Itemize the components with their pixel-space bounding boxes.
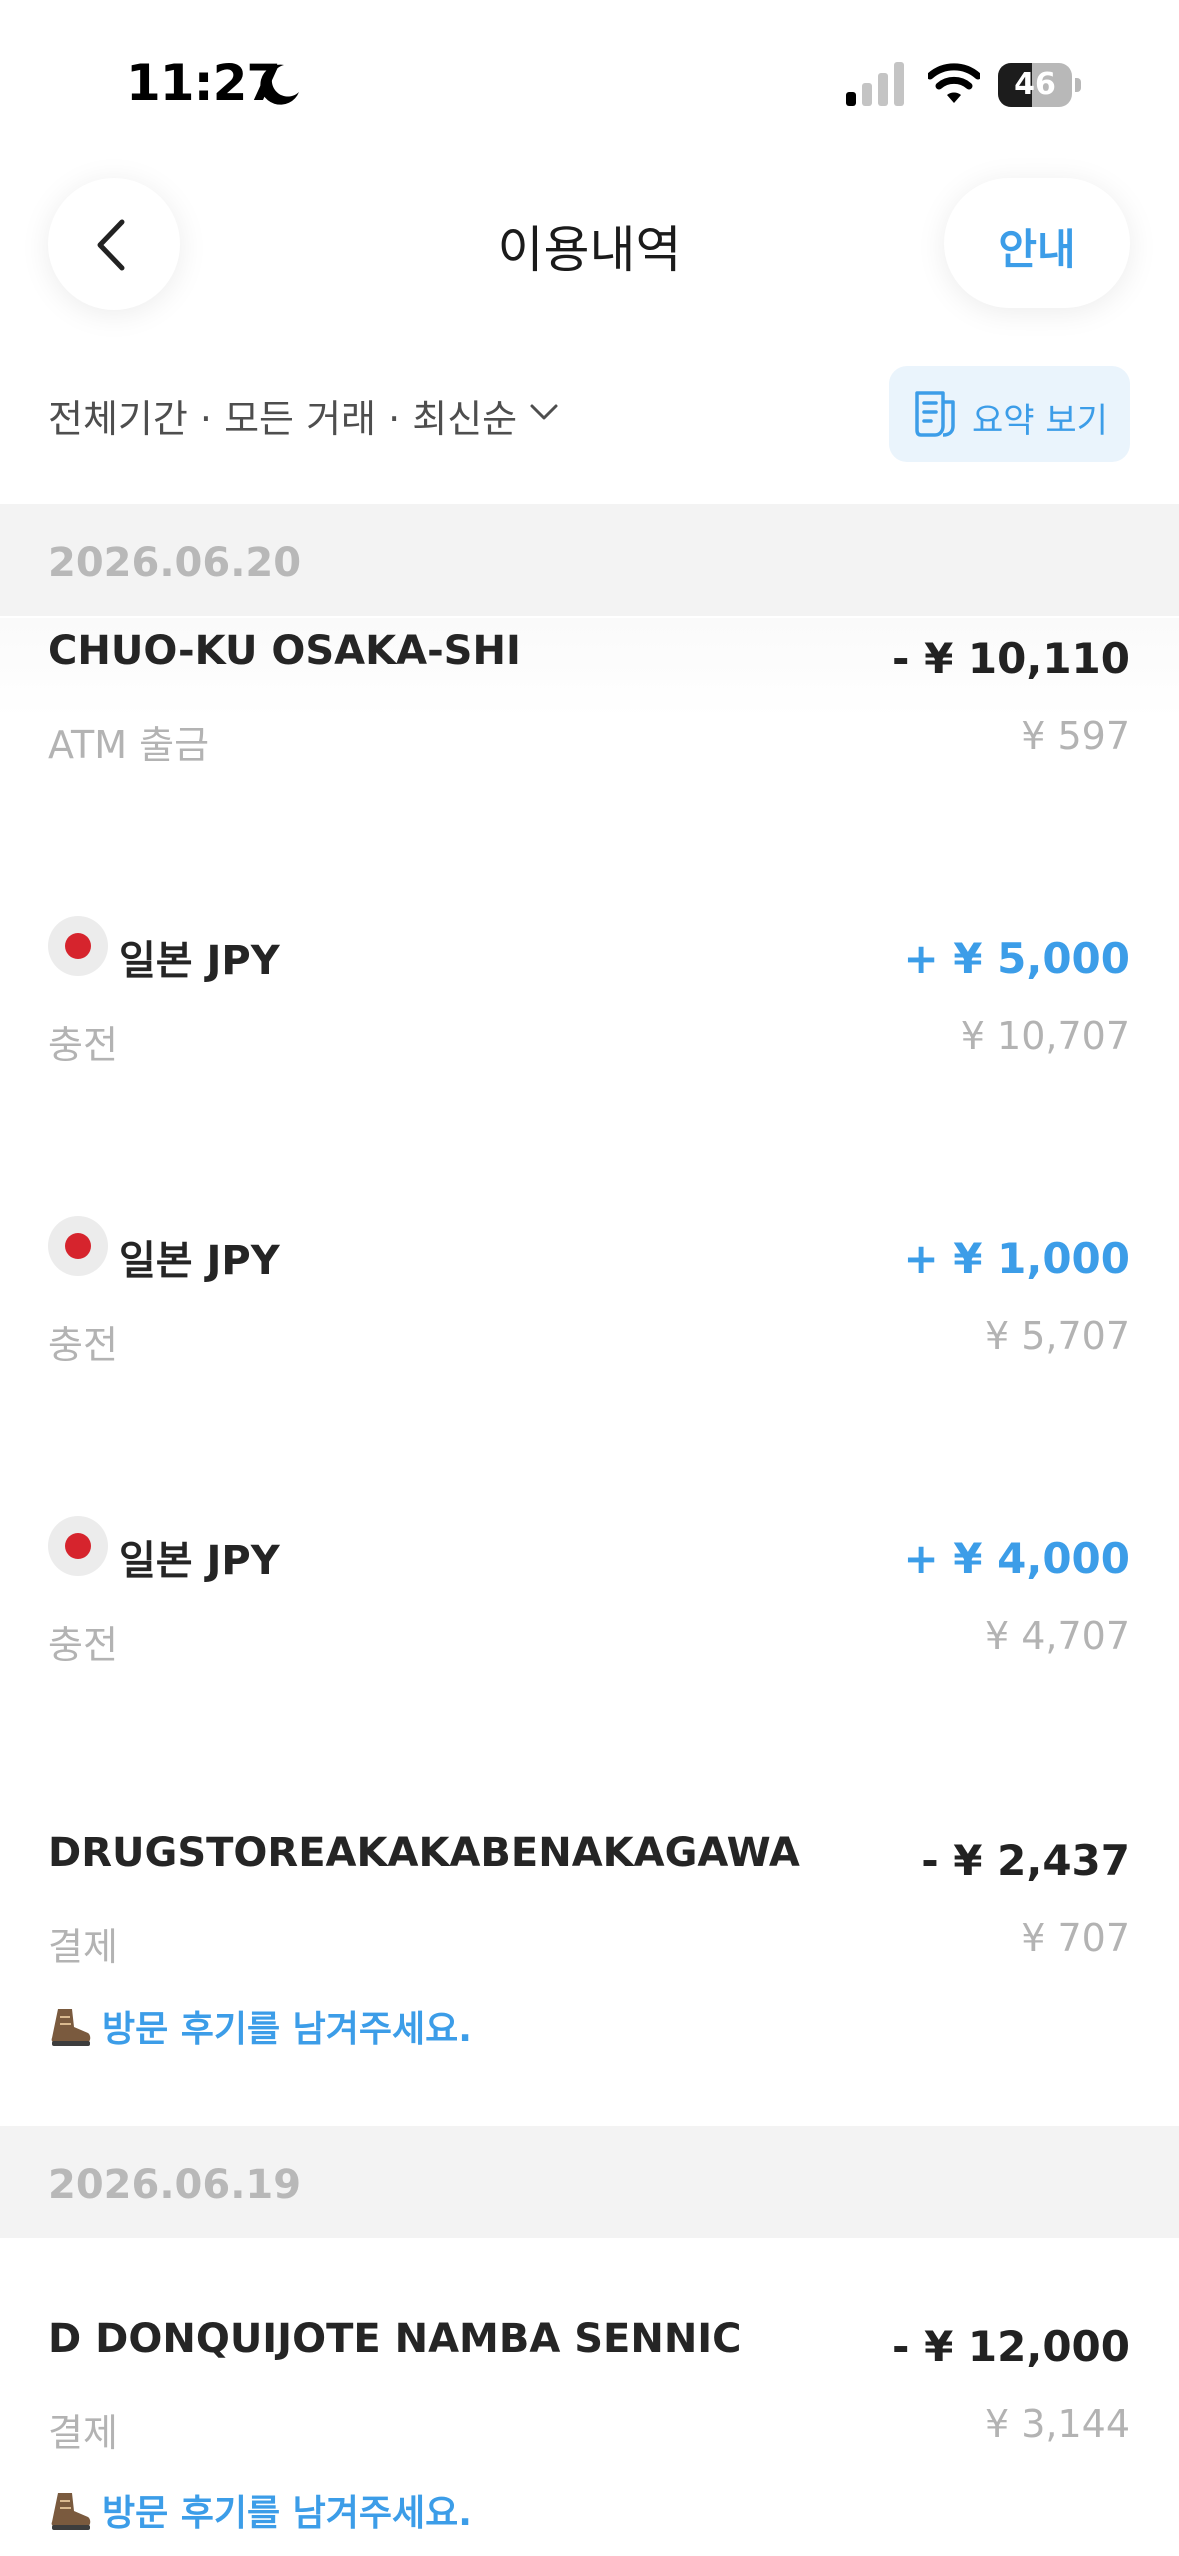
transaction-name: DRUGSTOREAKAKABENAKAGAWA: [48, 1830, 800, 1876]
transaction-amount: + ¥ 4,000: [903, 1534, 1130, 1583]
date-header: 2026.06.20: [0, 504, 1179, 616]
transaction-amount: + ¥ 5,000: [903, 934, 1130, 983]
transaction-balance: ¥ 597: [1021, 714, 1130, 758]
transaction-name: 일본 JPY: [119, 1538, 280, 1584]
transaction-row[interactable]: CHUO-KU OSAKA-SHI - ¥ 10,110 ATM 출금 ¥ 59…: [0, 628, 1179, 828]
date-header: 2026.06.19: [0, 2126, 1179, 2238]
transaction-amount: - ¥ 12,000: [892, 2322, 1130, 2371]
transaction-type: ATM 출금: [48, 723, 210, 767]
summary-button-label: 요약 보기: [972, 401, 1108, 441]
transaction-balance: ¥ 5,707: [984, 1314, 1130, 1358]
transaction-row[interactable]: DRUGSTOREAKAKABENAKAGAWA - ¥ 2,437 결제 ¥ …: [0, 1830, 1179, 2090]
transaction-type: 결제: [48, 1925, 118, 1969]
review-link-label: 방문 후기를 남겨주세요.: [102, 2493, 472, 2534]
guide-button-label: 안내: [998, 225, 1076, 274]
transaction-row[interactable]: D DONQUIJOTE NAMBA SENNIC - ¥ 12,000 결제 …: [0, 2316, 1179, 2556]
transaction-type: 결제: [48, 2411, 118, 2455]
date-label: 2026.06.20: [48, 540, 302, 586]
battery-level: 46: [1014, 67, 1056, 102]
transaction-balance: ¥ 10,707: [960, 1014, 1130, 1058]
receipt-icon: [915, 391, 955, 437]
transaction-type: 충전: [48, 1323, 118, 1367]
status-bar: 11:27 46: [0, 0, 1179, 170]
transaction-amount: - ¥ 2,437: [921, 1836, 1130, 1885]
wifi-icon: [928, 63, 980, 103]
guide-button[interactable]: 안내: [944, 178, 1130, 308]
transaction-balance: ¥ 3,144: [984, 2402, 1130, 2446]
transaction-row[interactable]: 일본 JPY + ¥ 4,000 충전 ¥ 4,707: [0, 1516, 1179, 1728]
summary-button[interactable]: 요약 보기: [889, 366, 1130, 462]
transaction-balance: ¥ 4,707: [984, 1614, 1130, 1658]
boot-icon: [51, 2493, 91, 2530]
transaction-type: 충전: [48, 1623, 118, 1667]
review-link[interactable]: 방문 후기를 남겨주세요.: [48, 2484, 472, 2536]
filter-dropdown[interactable]: 전체기간 · 모든 거래 · 최신순: [48, 388, 517, 443]
date-label: 2026.06.19: [48, 2162, 302, 2208]
transaction-amount: - ¥ 10,110: [892, 634, 1130, 683]
moon-icon: [260, 64, 299, 105]
transaction-name: CHUO-KU OSAKA-SHI: [48, 628, 521, 674]
review-link-label: 방문 후기를 남겨주세요.: [102, 2009, 472, 2050]
transaction-name: 일본 JPY: [119, 938, 280, 984]
transaction-row[interactable]: 일본 JPY + ¥ 5,000 충전 ¥ 10,707: [0, 916, 1179, 1128]
chevron-down-icon[interactable]: [529, 402, 559, 422]
boot-icon: [51, 2009, 91, 2046]
transaction-name: 일본 JPY: [119, 1238, 280, 1284]
transaction-type: 충전: [48, 1023, 118, 1067]
review-link[interactable]: 방문 후기를 남겨주세요.: [48, 2000, 472, 2052]
signal-icon: [846, 62, 904, 106]
transaction-name: D DONQUIJOTE NAMBA SENNIC: [48, 2316, 742, 2362]
battery-icon: 46: [998, 63, 1082, 107]
transaction-row[interactable]: 일본 JPY + ¥ 1,000 충전 ¥ 5,707: [0, 1216, 1179, 1428]
japan-flag-icon: [48, 916, 108, 976]
japan-flag-icon: [48, 1216, 108, 1276]
transaction-balance: ¥ 707: [1021, 1916, 1130, 1960]
japan-flag-icon: [48, 1516, 108, 1576]
transaction-amount: + ¥ 1,000: [903, 1234, 1130, 1283]
